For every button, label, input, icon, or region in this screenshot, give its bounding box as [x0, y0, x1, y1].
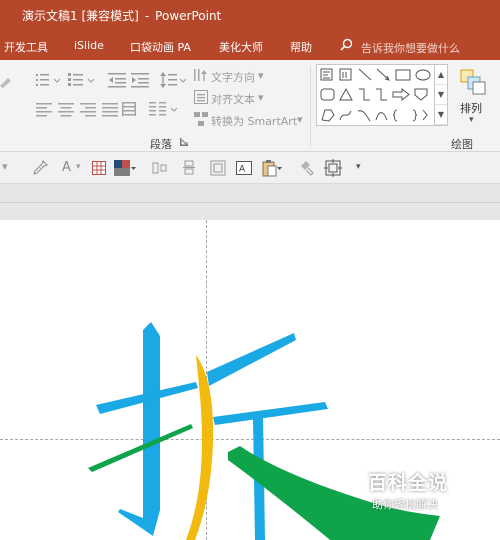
customize-toolbar-icon[interactable]: ▾ [356, 162, 361, 172]
tab-islide[interactable]: iSlide [74, 39, 104, 52]
paste-icon[interactable] [262, 159, 282, 177]
watermark-subtitle: 助你轻松解决 [372, 498, 438, 511]
shape-fill-icon[interactable] [114, 160, 136, 176]
smartart-icon[interactable] [194, 112, 208, 126]
search-icon[interactable] [340, 38, 353, 51]
svg-text:A: A [239, 165, 246, 175]
stroke-middle-horizontal[interactable] [213, 402, 328, 425]
tab-help[interactable]: 帮助 [290, 39, 312, 55]
shapes-gallery-grid [320, 68, 431, 122]
stroke-hand-rising[interactable] [88, 424, 193, 472]
shapes-gallery-scroll[interactable]: ▲ ▼ ▼ [434, 64, 448, 126]
eyedropper-icon[interactable] [32, 160, 48, 176]
group-objects-icon[interactable] [210, 160, 226, 176]
tab-pocket-animation[interactable]: 口袋动画 PA [130, 39, 191, 55]
scroll-down-icon[interactable]: ▼ [435, 85, 447, 105]
ribbon: 文字方向 ▾ 对齐文本 ▾ 转换为 SmartArt ▾ 段落 ▲ ▼ ▼ 排列… [0, 60, 500, 152]
text-direction-dropdown-arrow[interactable]: ▾ [258, 69, 264, 82]
more-shapes-icon[interactable]: ▼ [435, 105, 447, 125]
smartart-dropdown-arrow[interactable]: ▾ [297, 113, 303, 126]
line-spacing-icon[interactable] [160, 72, 186, 88]
arrange-dropdown-arrow[interactable]: ▾ [469, 115, 474, 125]
font-color-dropdown-icon[interactable]: ▾ [76, 162, 81, 172]
scroll-up-icon[interactable]: ▲ [435, 65, 447, 85]
tab-developer[interactable]: 开发工具 [4, 39, 48, 55]
tell-me-search[interactable]: 告诉我你想要做什么 [361, 40, 460, 56]
align-text-dropdown-arrow[interactable]: ▾ [258, 91, 264, 104]
left-dropdown-icon[interactable]: ▾ [2, 160, 8, 173]
title-bar: 演示文稿1 [兼容模式] - PowerPoint [0, 0, 500, 31]
workspace-divider [0, 202, 500, 203]
increase-indent-icon[interactable] [131, 72, 149, 88]
columns-icon[interactable] [149, 101, 179, 119]
shapes-gallery[interactable] [316, 64, 435, 126]
text-box-icon[interactable]: A [236, 160, 252, 176]
arrange-icon [460, 69, 486, 95]
convert-smartart-button[interactable]: 转换为 SmartArt [211, 113, 297, 129]
decrease-indent-icon[interactable] [108, 72, 126, 88]
document-title: 演示文稿1 [兼容模式] [22, 9, 139, 23]
title-separator: - [144, 8, 150, 23]
paragraph-group-label: 段落 [150, 138, 172, 151]
align-right-icon[interactable] [80, 103, 96, 117]
distribute-icon[interactable] [182, 160, 196, 176]
watermark: 百科全说 助你轻松解决 [354, 464, 500, 520]
quick-toolbar: ▾ A ▾ A ▾ [0, 152, 500, 184]
align-text-icon[interactable] [194, 90, 208, 104]
group-separator [310, 66, 311, 146]
drawing-group-label: 绘图 [451, 138, 473, 151]
stroke-top-slash[interactable] [207, 333, 296, 386]
text-direction-icon[interactable] [194, 68, 208, 82]
align-objects-icon[interactable] [152, 161, 168, 175]
justify-icon[interactable] [102, 103, 118, 117]
bullet-list-icon[interactable] [36, 72, 62, 88]
numbered-list-icon[interactable] [68, 72, 96, 88]
table-icon[interactable] [92, 161, 106, 175]
align-center-icon[interactable] [58, 103, 74, 117]
selection-pane-icon[interactable] [324, 159, 342, 177]
align-text-button[interactable]: 对齐文本 [211, 91, 255, 107]
ribbon-tabs: 开发工具 iSlide 口袋动画 PA 美化大师 帮助 告诉我你想要做什么 [0, 31, 500, 60]
powerpoint-window: 演示文稿1 [兼容模式] - PowerPoint 开发工具 iSlide 口袋… [0, 0, 500, 540]
paragraph-dialog-launcher-icon[interactable] [180, 138, 188, 146]
distributed-icon[interactable] [122, 102, 136, 118]
arrange-label: 排列 [460, 102, 482, 115]
brush-icon[interactable] [0, 74, 14, 88]
watermark-title: 百科全说 [368, 472, 449, 494]
tab-beautify-master[interactable]: 美化大师 [219, 39, 263, 55]
app-name: PowerPoint [155, 8, 222, 23]
format-painter-icon[interactable] [299, 160, 315, 176]
font-color-icon[interactable]: A [62, 160, 71, 175]
text-direction-button[interactable]: 文字方向 [211, 69, 255, 85]
stroke-hand-vertical[interactable] [118, 322, 160, 536]
align-left-icon[interactable] [36, 103, 52, 117]
workspace-margin [0, 184, 500, 220]
